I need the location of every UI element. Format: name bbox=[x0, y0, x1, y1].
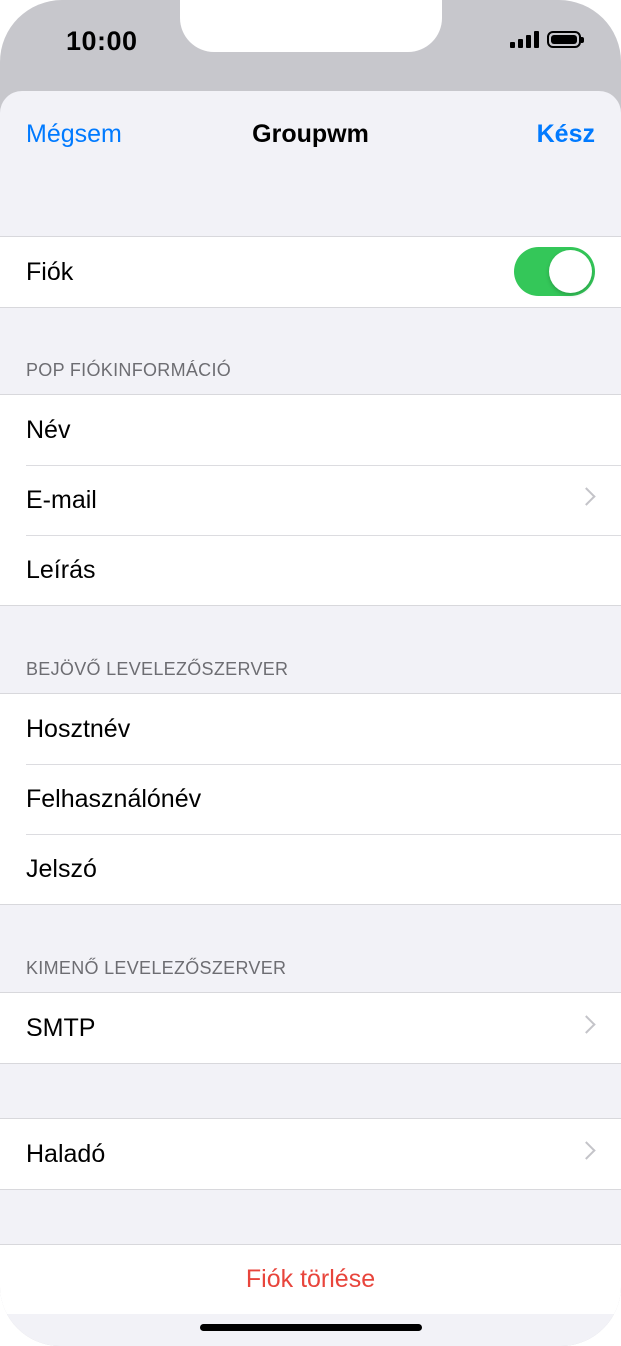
outgoing-server-group: SMTP bbox=[0, 992, 621, 1064]
hostname-label: Hosztnév bbox=[26, 714, 131, 743]
pop-section-header: POP FIÓKINFORMÁCIÓ bbox=[26, 360, 232, 380]
phone-frame: 10:00 Mégsem Groupwm Kész Fiók POP FIÓKI… bbox=[0, 0, 621, 1346]
advanced-row[interactable]: Haladó bbox=[0, 1119, 621, 1189]
password-label: Jelszó bbox=[26, 854, 97, 883]
delete-account-label: Fiók törlése bbox=[245, 1265, 376, 1293]
email-label: E-mail bbox=[26, 485, 97, 514]
account-toggle-row[interactable]: Fiók bbox=[0, 237, 621, 307]
description-label: Leírás bbox=[26, 555, 96, 584]
username-row[interactable]: Felhasználónév bbox=[0, 764, 621, 834]
chevron-right-icon bbox=[577, 487, 596, 506]
username-label: Felhasználónév bbox=[26, 784, 202, 813]
notch bbox=[180, 0, 442, 52]
screen: 10:00 Mégsem Groupwm Kész Fiók POP FIÓKI… bbox=[0, 0, 621, 1346]
account-label: Fiók bbox=[26, 257, 74, 286]
toggle-knob bbox=[549, 250, 592, 293]
incoming-section-header: BEJÖVŐ LEVELEZŐSZERVER bbox=[26, 659, 289, 679]
description-row[interactable]: Leírás bbox=[0, 535, 621, 605]
advanced-label: Haladó bbox=[26, 1139, 106, 1168]
hostname-row[interactable]: Hosztnév bbox=[0, 694, 621, 764]
status-icons bbox=[510, 30, 584, 48]
email-row[interactable]: E-mail bbox=[0, 465, 621, 535]
smtp-label: SMTP bbox=[26, 1013, 96, 1042]
name-label: Név bbox=[26, 415, 71, 444]
advanced-group: Haladó bbox=[0, 1118, 621, 1190]
chevron-right-icon bbox=[577, 1015, 596, 1034]
battery-icon bbox=[547, 30, 584, 48]
chevron-right-icon bbox=[577, 1141, 596, 1160]
password-row[interactable]: Jelszó bbox=[0, 834, 621, 904]
navigation-bar: Mégsem Groupwm Kész bbox=[0, 91, 621, 181]
account-group: Fiók bbox=[0, 236, 621, 308]
status-bar: 10:00 bbox=[0, 0, 621, 90]
incoming-server-group: Hosztnév Felhasználónév Jelszó bbox=[0, 693, 621, 905]
home-indicator bbox=[200, 1324, 422, 1331]
account-toggle[interactable] bbox=[514, 247, 595, 296]
account-settings-sheet: Mégsem Groupwm Kész Fiók POP FIÓKINFORMÁ… bbox=[0, 91, 621, 1346]
done-button[interactable]: Kész bbox=[537, 120, 595, 149]
smtp-row[interactable]: SMTP bbox=[0, 993, 621, 1063]
page-title: Groupwm bbox=[252, 120, 369, 148]
outgoing-section-header: KIMENŐ LEVELEZŐSZERVER bbox=[26, 958, 287, 978]
cellular-signal-icon bbox=[510, 30, 539, 48]
delete-account-button[interactable]: Fiók törlése bbox=[0, 1244, 621, 1314]
pop-info-group: Név E-mail Leírás bbox=[0, 394, 621, 606]
status-time: 10:00 bbox=[66, 26, 138, 56]
name-row[interactable]: Név bbox=[0, 395, 621, 465]
